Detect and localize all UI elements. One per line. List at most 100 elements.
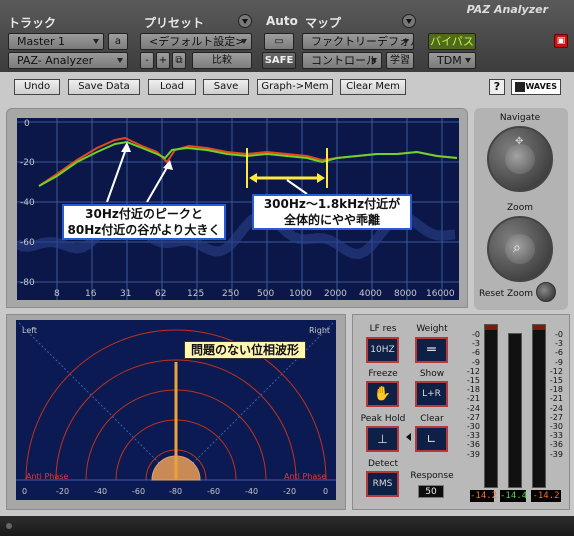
map-menu-icon[interactable]: [402, 14, 416, 28]
help-button[interactable]: ?: [489, 79, 505, 95]
detect-button[interactable]: RMS: [366, 471, 399, 497]
annotation-arrow-valley: [146, 163, 170, 203]
meter-scale-tick: -39: [466, 449, 480, 459]
clear-mem-button[interactable]: Clear Mem: [340, 79, 406, 95]
phase-left-label: Left: [22, 326, 38, 335]
learn-button[interactable]: 学習: [386, 52, 414, 69]
meter-right-readout: -14.2: [531, 490, 561, 502]
tdm-selector[interactable]: TDM: [428, 52, 476, 69]
freeze-label: Freeze: [368, 369, 398, 379]
weight-flat-icon: ═: [427, 342, 436, 358]
meter-left: [484, 324, 498, 488]
lf-res-label: LF res: [369, 324, 397, 334]
phase-x-tick: -40: [94, 487, 108, 496]
phase-x-tick: -40: [245, 487, 259, 496]
meter-scale-tick: -24: [466, 403, 480, 413]
phase-x-tick: -20: [56, 487, 70, 496]
spectrum-x-tick: 62: [155, 289, 167, 299]
meter-scale-tick: -39: [549, 449, 563, 459]
meter-scale-tick: -6: [472, 348, 480, 358]
bypass-button[interactable]: バイパス: [428, 33, 476, 50]
copy-settings-icon[interactable]: ⧉: [172, 52, 186, 69]
plugin-name: PAZ- Analyzer: [17, 54, 94, 67]
load-button[interactable]: Load: [148, 79, 196, 95]
clear-label: Clear: [420, 414, 444, 424]
clear-button[interactable]: ∟: [415, 426, 448, 452]
meter-scale-tick: -21: [466, 394, 480, 404]
meter-scale-tick: -9: [555, 357, 563, 367]
footer-dot: [6, 523, 12, 529]
meter-scale-tick: -0: [472, 330, 480, 339]
waves-logo-text: WAVES: [525, 82, 557, 91]
graph-to-mem-button[interactable]: Graph->Mem: [257, 79, 333, 95]
show-label: Show: [419, 369, 445, 379]
annotation-range-pointer: [286, 179, 308, 195]
weight-label: Weight: [416, 324, 448, 334]
magnifier-icon: ⌕: [513, 240, 521, 256]
preset-value: <デフォルト設定>: [149, 35, 245, 48]
meter-scale-tick: -18: [549, 385, 563, 395]
close-plugin-icon[interactable]: ▣: [554, 34, 568, 48]
meter-left-readout: -14.2: [470, 490, 498, 502]
track-channel-button[interactable]: a: [108, 33, 128, 50]
phase-right-label: Right: [309, 326, 331, 335]
meter-scale-tick: -21: [549, 394, 563, 404]
freeze-button[interactable]: ✋: [366, 381, 399, 407]
phase-x-tick: 0: [22, 487, 28, 496]
save-button[interactable]: Save: [203, 79, 249, 95]
spectrum-x-tick: 8000: [394, 289, 417, 299]
track-selector[interactable]: Master 1: [8, 33, 104, 50]
automation-window-icon[interactable]: ▭: [264, 33, 294, 50]
preset-selector[interactable]: <デフォルト設定>: [140, 33, 252, 50]
spectrum-y-tick: -60: [20, 238, 35, 248]
spectrum-y-tick: -40: [20, 198, 35, 208]
meter-scale-tick: -6: [555, 348, 563, 358]
preset-prev-button[interactable]: -: [140, 52, 154, 69]
meter-scale-tick: -30: [549, 422, 563, 432]
meter-scale-tick: -9: [472, 357, 480, 367]
meter-scale-tick: -33: [549, 431, 563, 441]
phase-x-tick: -20: [283, 487, 297, 496]
navigate-dial-center: [505, 144, 535, 174]
spectrum-x-tick: 1000: [289, 289, 312, 299]
weight-button[interactable]: ═: [415, 337, 448, 363]
map-section-title: マップ: [305, 16, 342, 30]
phase-x-tick: 0: [323, 487, 329, 496]
show-button[interactable]: L+R: [415, 381, 448, 407]
lf-res-button[interactable]: 10HZ: [366, 337, 399, 363]
anti-phase-left-label: Anti Phase: [26, 472, 69, 481]
meter-mid: [508, 333, 522, 488]
plugin-selector[interactable]: PAZ- Analyzer: [8, 52, 128, 69]
spectrum-x-tick: 500: [257, 289, 275, 299]
spectrum-x-tick: 2000: [324, 289, 347, 299]
map-value: ファクトリーデフォル: [311, 35, 414, 48]
spectrum-x-tick: 250: [222, 289, 240, 299]
controller-selector[interactable]: コントロール: [302, 52, 382, 69]
meter-left-clip: [485, 325, 497, 330]
peak-hold-label: Peak Hold: [360, 414, 406, 424]
spectrum-x-tick: 8: [54, 289, 60, 299]
compare-button[interactable]: 比較: [192, 52, 252, 69]
meter-scale-tick: -3: [555, 339, 563, 349]
phase-x-tick: -80: [169, 487, 183, 496]
map-selector[interactable]: ファクトリーデフォル: [302, 33, 414, 50]
save-data-button[interactable]: Save Data: [68, 79, 140, 95]
reset-zoom-button[interactable]: [536, 282, 556, 302]
undo-button[interactable]: Undo: [14, 79, 60, 95]
preset-next-button[interactable]: +: [156, 52, 170, 69]
clear-peak-icon: ∟: [426, 432, 437, 446]
navigate-dial[interactable]: ✥: [487, 126, 553, 192]
auto-section-title: Auto: [266, 14, 298, 28]
meter-scale-tick: -3: [472, 339, 480, 349]
controller-value: コントロール: [311, 54, 377, 67]
safe-button[interactable]: SAFE: [262, 52, 296, 69]
peak-hold-icon: ⊥: [377, 432, 388, 446]
peak-hold-button[interactable]: ⊥: [366, 426, 399, 452]
preset-section-title: プリセット: [144, 16, 205, 30]
preset-menu-icon[interactable]: [238, 14, 252, 28]
zoom-dial[interactable]: ⌕: [487, 216, 553, 282]
meter-scale-tick: -18: [466, 385, 480, 395]
meter-scale-tick: -27: [466, 412, 480, 422]
response-value-field[interactable]: 50: [418, 485, 444, 498]
meter-scale-right: -0 -3 -6 -9 -12 -15 -18 -21 -24 -27 -30 -33 -36 -39: [543, 330, 563, 459]
